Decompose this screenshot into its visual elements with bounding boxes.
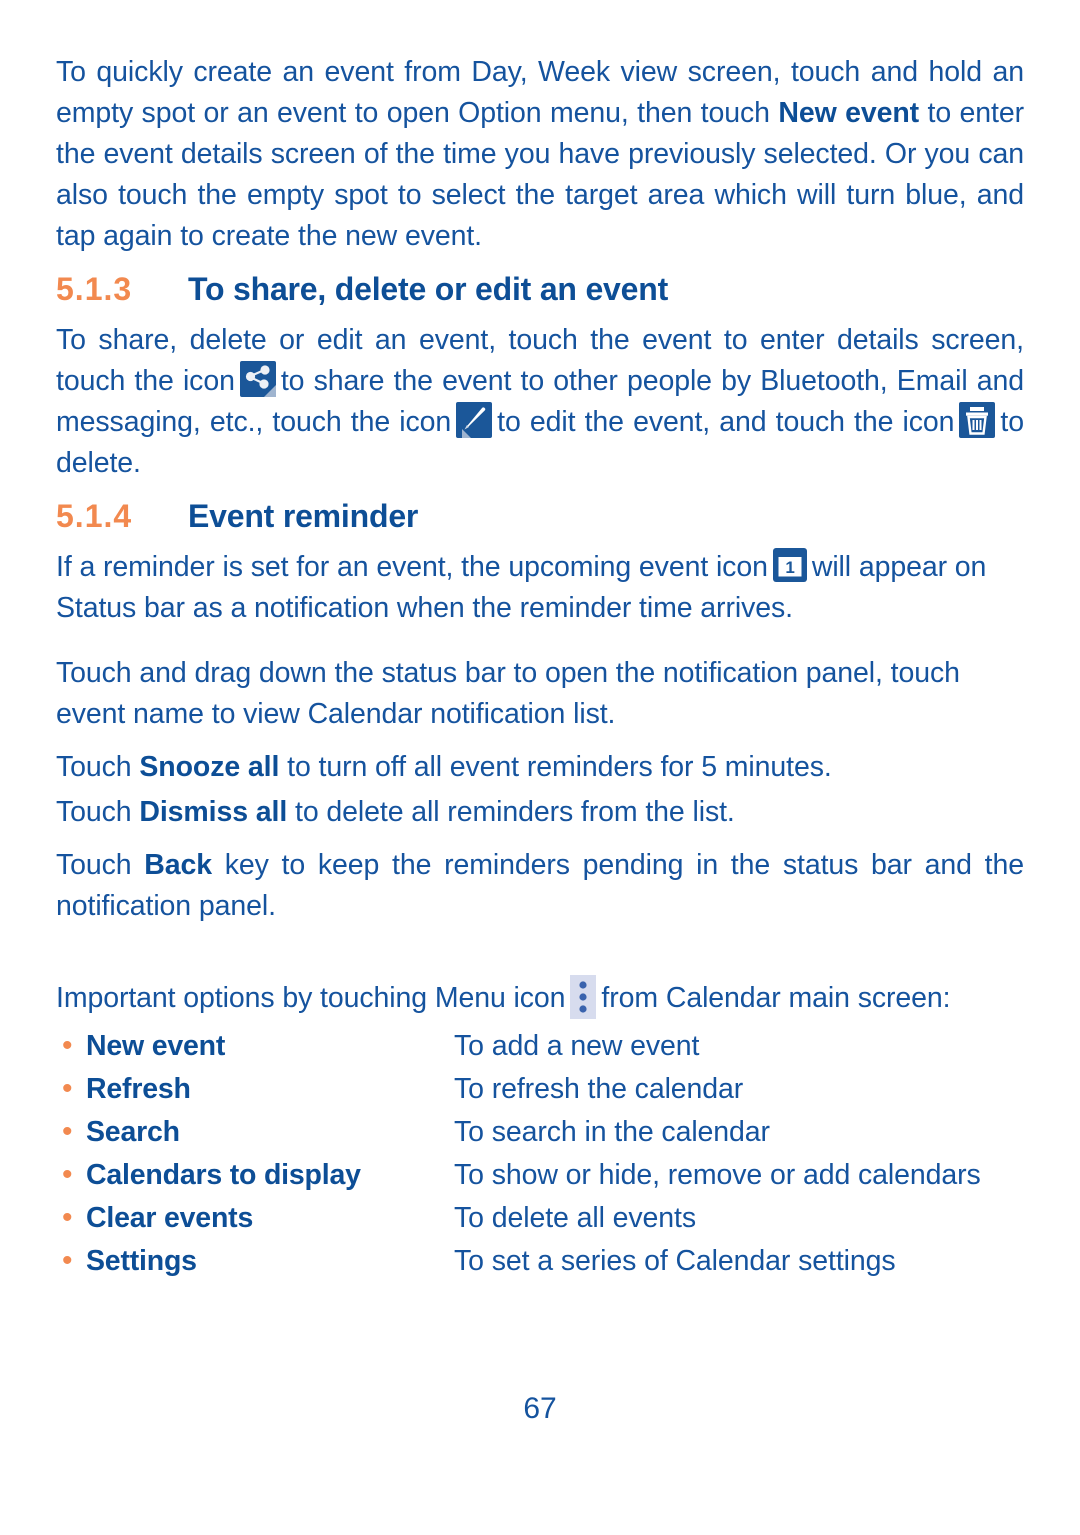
option-label-clear-events: Clear events bbox=[86, 1202, 254, 1234]
section-514-paragraph-1: If a reminder is set for an event, the u… bbox=[56, 547, 1024, 629]
option-label-new-event: New event bbox=[86, 1030, 226, 1062]
option-desc-clear-events: To delete all events bbox=[454, 1202, 696, 1234]
section-513-text-3: to edit the event, and touch the icon bbox=[497, 406, 955, 438]
snooze-all-bold: Snooze all bbox=[139, 751, 280, 783]
bullet-icon: • bbox=[62, 1158, 73, 1191]
option-desc-search: To search in the calendar bbox=[454, 1116, 770, 1148]
edit-pencil-icon bbox=[456, 402, 493, 438]
bullet-icon: • bbox=[62, 1072, 73, 1105]
snooze-suffix: to turn off all event reminders for 5 mi… bbox=[279, 751, 832, 783]
option-desc-calendars-to-display: To show or hide, remove or add calendars bbox=[454, 1159, 981, 1191]
snooze-all-paragraph: Touch Snooze all to turn off all event r… bbox=[56, 747, 1024, 788]
menu-options-intro: Important options by touching Menu icon … bbox=[56, 975, 1024, 1019]
manual-page: To quickly create an event from Day, Wee… bbox=[0, 0, 1080, 1535]
option-label-search: Search bbox=[86, 1116, 180, 1148]
intro-paragraph: To quickly create an event from Day, Wee… bbox=[56, 52, 1024, 257]
list-item: • Calendars to display To show or hide, … bbox=[56, 1154, 1024, 1196]
heading-514-title: Event reminder bbox=[188, 498, 419, 534]
new-event-bold: New event bbox=[778, 97, 920, 129]
menu-three-dots-icon bbox=[570, 975, 597, 1019]
menu-intro-text-1: Important options by touching Menu icon bbox=[56, 982, 566, 1014]
back-key-paragraph: Touch Back key to keep the reminders pen… bbox=[56, 845, 1024, 927]
section-513-body: To share, delete or edit an event, touch… bbox=[56, 320, 1024, 484]
page-number: 67 bbox=[523, 1392, 557, 1425]
list-item: • Search To search in the calendar bbox=[56, 1111, 1024, 1153]
menu-options-list: • New event To add a new event • Refresh… bbox=[56, 1025, 1024, 1282]
dismiss-all-paragraph: Touch Dismiss all to delete all reminder… bbox=[56, 792, 1024, 833]
dismiss-suffix: to delete all reminders from the list. bbox=[287, 796, 735, 828]
list-item: • Clear events To delete all events bbox=[56, 1197, 1024, 1239]
menu-intro-text-2: from Calendar main screen: bbox=[601, 982, 951, 1014]
option-desc-new-event: To add a new event bbox=[454, 1030, 700, 1062]
heading-514-number: 5.1.4 bbox=[56, 498, 133, 534]
section-514-text-1: If a reminder is set for an event, the u… bbox=[56, 551, 768, 583]
trash-delete-icon bbox=[959, 402, 996, 438]
heading-513: 5.1.3 To share, delete or edit an event bbox=[56, 271, 1024, 308]
bullet-icon: • bbox=[62, 1201, 73, 1234]
calendar-1-icon: 1 bbox=[772, 548, 807, 582]
back-prefix: Touch bbox=[56, 849, 145, 881]
section-514-paragraph-2: Touch and drag down the status bar to op… bbox=[56, 657, 960, 730]
dismiss-prefix: Touch bbox=[56, 796, 140, 828]
bullet-icon: • bbox=[62, 1244, 73, 1277]
share-icon bbox=[239, 361, 276, 397]
option-label-calendars-to-display: Calendars to display bbox=[86, 1159, 361, 1191]
dismiss-all-bold: Dismiss all bbox=[139, 796, 288, 828]
heading-513-number: 5.1.3 bbox=[56, 271, 133, 307]
option-label-settings: Settings bbox=[86, 1245, 197, 1277]
list-item: • Settings To set a series of Calendar s… bbox=[56, 1240, 1024, 1282]
bullet-icon: • bbox=[62, 1029, 73, 1062]
option-desc-settings: To set a series of Calendar settings bbox=[454, 1245, 896, 1277]
back-bold: Back bbox=[144, 849, 213, 881]
option-label-refresh: Refresh bbox=[86, 1073, 191, 1105]
option-desc-refresh: To refresh the calendar bbox=[454, 1073, 744, 1105]
heading-513-title: To share, delete or edit an event bbox=[188, 271, 669, 307]
svg-text:1: 1 bbox=[785, 558, 794, 577]
snooze-prefix: Touch bbox=[56, 751, 140, 783]
list-item: • Refresh To refresh the calendar bbox=[56, 1068, 1024, 1110]
heading-514: 5.1.4 Event reminder bbox=[56, 498, 1024, 535]
bullet-icon: • bbox=[62, 1115, 73, 1148]
list-item: • New event To add a new event bbox=[56, 1025, 1024, 1067]
